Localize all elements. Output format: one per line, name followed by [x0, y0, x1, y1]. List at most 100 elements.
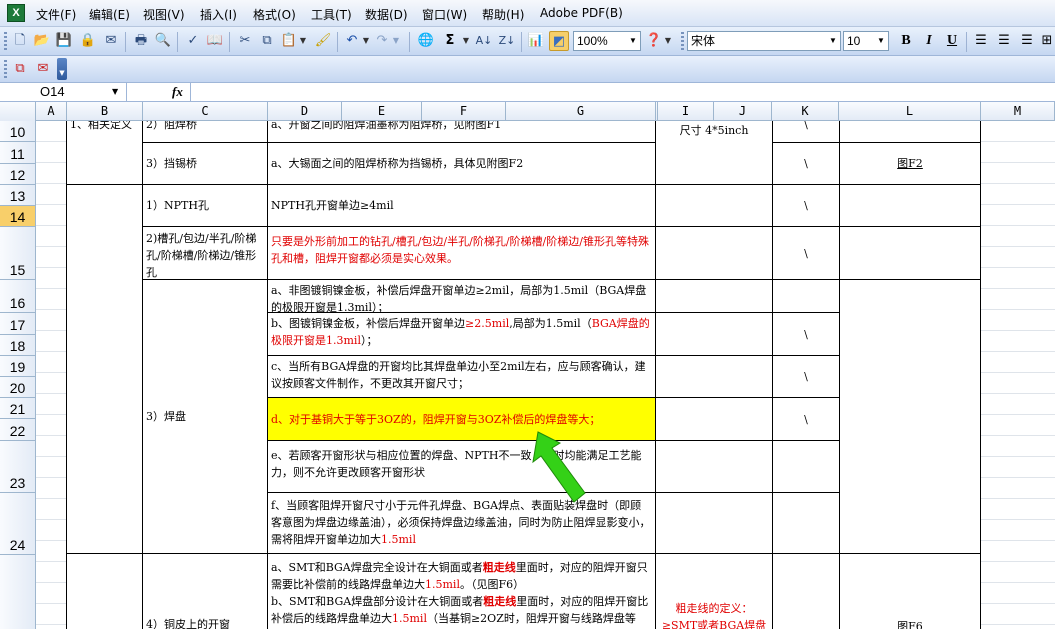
cell-ij19[interactable]	[655, 355, 773, 398]
cell-d11[interactable]: a、大锡面之间的阻焊桥称为挡锡桥，具体见附图F2	[267, 142, 656, 185]
cell-l-pads[interactable]	[839, 279, 981, 554]
column-header-j[interactable]: J	[714, 102, 772, 121]
help-icon[interactable]: ❓	[644, 31, 664, 51]
underline-button[interactable]: U	[942, 31, 962, 51]
font-size-dropdown-icon[interactable]: ▼	[874, 32, 888, 50]
sort-ascending-icon[interactable]: A↓	[474, 31, 494, 51]
chart-wizard-icon[interactable]: 📊	[526, 31, 546, 51]
redo-icon[interactable]: ↷	[372, 31, 392, 51]
column-header-e[interactable]: E	[342, 102, 422, 121]
align-center-icon[interactable]: ☰	[994, 31, 1014, 51]
cell-ij16[interactable]	[655, 279, 773, 313]
autosum-icon[interactable]: Σ	[440, 31, 460, 51]
toolbar-grip[interactable]	[4, 60, 7, 78]
menu-format[interactable]: 格式(O)	[253, 6, 296, 23]
menu-help[interactable]: 帮助(H)	[482, 6, 524, 23]
cell-c15[interactable]: 2)槽孔/包边/半孔/阶梯孔/阶梯槽/阶梯边/锥形孔	[142, 226, 268, 280]
zoom-combo[interactable]: 100% ▼	[573, 31, 641, 51]
cell-k25[interactable]	[772, 553, 840, 629]
cut-icon[interactable]: ✂	[235, 31, 255, 51]
email-icon[interactable]: ✉	[101, 31, 121, 51]
menu-insert[interactable]: 插入(I)	[200, 6, 237, 23]
cell-k23[interactable]	[772, 440, 840, 493]
cell-k11[interactable]: \	[772, 142, 840, 185]
column-header-a[interactable]: A	[36, 102, 67, 121]
column-header-l[interactable]: L	[839, 102, 981, 121]
print-preview-icon[interactable]: 🔍	[153, 31, 173, 51]
paste-icon[interactable]: 📋	[279, 31, 299, 51]
row-header-23[interactable]: 23	[0, 441, 35, 493]
cell-d15[interactable]: 只要是外形前加工的钻孔/槽孔/包边/半孔/阶梯孔/阶梯槽/阶梯边/锥形孔等特殊孔…	[267, 226, 656, 280]
column-header-d[interactable]: D	[268, 102, 342, 121]
row-header-16[interactable]: 16	[0, 280, 35, 313]
cell-l13[interactable]	[839, 184, 981, 227]
open-icon[interactable]: 📂	[32, 31, 52, 51]
row-header-19[interactable]: 19	[0, 356, 35, 377]
cell-l15[interactable]	[839, 226, 981, 280]
name-box-dropdown-icon[interactable]: ▼	[112, 83, 118, 101]
row-header-22[interactable]: 22	[0, 419, 35, 441]
cell-d10[interactable]: a、开窗之间的阻焊油墨称为阻焊桥，见附图F1	[267, 121, 656, 143]
cell-ij23[interactable]	[655, 440, 773, 493]
font-name-dropdown-icon[interactable]: ▼	[826, 32, 840, 50]
menu-window[interactable]: 窗口(W)	[422, 6, 467, 23]
name-box[interactable]: O14	[0, 83, 127, 101]
column-header-m[interactable]: M	[981, 102, 1055, 121]
cell-d21-highlighted[interactable]: d、对于基铜大于等于3OZ的，阻焊开窗与3OZ补偿后的焊盘等大；	[267, 397, 656, 441]
column-header-f[interactable]: F	[422, 102, 506, 121]
save-icon[interactable]: 💾	[54, 31, 74, 51]
select-all-corner[interactable]	[0, 102, 36, 121]
cell-ij21[interactable]	[655, 397, 773, 441]
sort-descending-icon[interactable]: Z↓	[497, 31, 517, 51]
row-header-10[interactable]: 10	[0, 121, 35, 142]
cell-c13[interactable]: 1）NPTH孔	[142, 184, 268, 227]
row-header-11[interactable]: 11	[0, 142, 35, 164]
permission-icon[interactable]: 🔒	[78, 31, 98, 51]
row-header-24[interactable]: 24	[0, 493, 35, 555]
menu-data[interactable]: 数据(D)	[365, 6, 408, 23]
font-name-combo[interactable]: 宋体 ▼	[687, 31, 841, 51]
menu-tools[interactable]: 工具(T)	[311, 6, 352, 23]
cell-k15[interactable]: \	[772, 226, 840, 280]
cell-b-related-definitions[interactable]: 1、相关定义	[66, 121, 143, 185]
row-header-12[interactable]: 12	[0, 164, 35, 185]
menu-file[interactable]: 文件(F)	[36, 6, 76, 23]
cell-d17[interactable]: b、图镀铜镍金板，补偿后焊盘开窗单边≥2.5mil,局部为1.5mil（BGA焊…	[267, 312, 656, 356]
menu-edit[interactable]: 编辑(E)	[89, 6, 130, 23]
drawing-icon[interactable]: ◩	[549, 31, 569, 51]
row-header-17[interactable]: 17	[0, 313, 35, 335]
column-header-g[interactable]: G	[506, 102, 656, 121]
autosum-dropdown-icon[interactable]: ▼	[462, 31, 470, 51]
cell-c25[interactable]: 4）铜皮上的开窗	[142, 553, 268, 629]
menu-adobe-pdf[interactable]: Adobe PDF(B)	[540, 6, 623, 20]
cell-ij17[interactable]	[655, 312, 773, 356]
cell-d13[interactable]: NPTH孔开窗单边≥4mil	[267, 184, 656, 227]
row-header-25[interactable]	[0, 555, 35, 629]
bold-button[interactable]: B	[896, 31, 916, 51]
toolbar-grip[interactable]	[4, 32, 7, 50]
cell-ij10[interactable]: 尺寸 4*5inch	[655, 121, 773, 185]
insert-function-icon[interactable]: fx	[172, 83, 183, 101]
cell-k24[interactable]	[772, 492, 840, 554]
cell-d23[interactable]: e、若顾客开窗形状与相应位置的焊盘、NPTH不一致，同时均能满足工艺能力，则不允…	[267, 440, 656, 493]
cell-c10[interactable]: 2）阻焊桥	[142, 121, 268, 143]
undo-icon[interactable]: ↶	[342, 31, 362, 51]
column-header-i[interactable]: I	[658, 102, 714, 121]
redo-dropdown-icon[interactable]: ▼	[392, 31, 400, 51]
cell-c-pads[interactable]: 3）焊盘	[142, 279, 268, 554]
row-header-15[interactable]: 15	[0, 227, 35, 280]
cell-l10[interactable]	[839, 121, 981, 143]
cell-k16[interactable]	[772, 279, 840, 313]
toolbar-options-icon[interactable]: ▼	[57, 58, 67, 80]
cell-l25[interactable]: 图F6	[839, 553, 981, 629]
cell-d24[interactable]: f、当顾客阻焊开窗尺寸小于元件孔焊盘、BGA焊点、表面贴装焊盘时（即顾客意图为焊…	[267, 492, 656, 554]
cell-ij25[interactable]: 粗走线的定义：≥SMT或者BGA焊盘宽	[655, 553, 773, 629]
help-dropdown-icon[interactable]: ▼	[664, 31, 672, 51]
excel-app-icon[interactable]: X	[7, 4, 25, 22]
format-painter-icon[interactable]: 🖌	[313, 31, 333, 51]
cell-c11[interactable]: 3）挡锡桥	[142, 142, 268, 185]
cell-k21[interactable]: \	[772, 397, 840, 441]
merge-center-icon[interactable]: ⊞	[1039, 31, 1055, 51]
copy-icon[interactable]: ⧉	[257, 31, 277, 51]
font-size-combo[interactable]: 10 ▼	[843, 31, 889, 51]
